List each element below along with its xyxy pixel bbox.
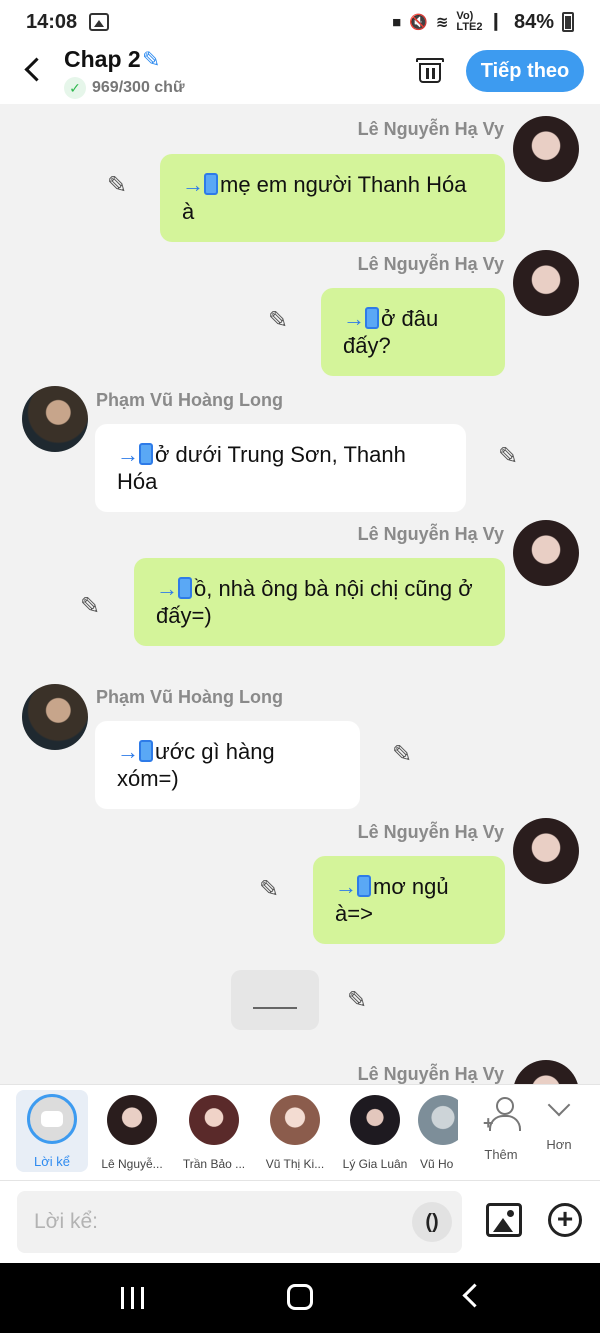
- character-name: Trần Bảo ...: [182, 1157, 246, 1171]
- message-bubble[interactable]: → mơ ngủ à=>: [313, 856, 505, 944]
- arrow-icon: →: [117, 739, 139, 764]
- chat-area[interactable]: Lê Nguyễn Hạ Vy →mẹ em người Thanh Hóa à…: [0, 104, 600, 1084]
- arrow-icon: →: [117, 442, 139, 467]
- character-option[interactable]: Vũ Thị Ki...: [255, 1091, 335, 1171]
- gallery-notification-icon: [89, 13, 110, 31]
- home-icon[interactable]: [287, 1284, 313, 1310]
- sender-name: Lê Nguyễn Hạ Vy: [357, 119, 504, 139]
- arrow-icon: →: [156, 576, 178, 601]
- avatar[interactable]: [513, 1060, 579, 1084]
- system-back-icon[interactable]: [462, 1285, 478, 1301]
- composer-field: (): [17, 1191, 462, 1253]
- image-icon[interactable]: [486, 1203, 522, 1237]
- phone-icon: [204, 173, 218, 195]
- edit-message-icon[interactable]: [392, 740, 414, 769]
- trash-icon[interactable]: [416, 56, 444, 84]
- battery-percent: 84%: [513, 10, 554, 33]
- composer: () +: [0, 1180, 600, 1263]
- message-text: mẹ em người Thanh Hóa à: [182, 172, 467, 224]
- message-bubble[interactable]: → mẹ em người Thanh Hóa à: [160, 154, 505, 242]
- character-option[interactable]: Lý Gia Luân: [335, 1091, 415, 1171]
- arrow-icon: →: [182, 172, 204, 197]
- message-bubble[interactable]: → ở đâu đấy?: [321, 288, 505, 376]
- edit-title-icon[interactable]: ✎: [142, 47, 160, 73]
- word-count: ✓ 969/300 chữ: [64, 77, 185, 99]
- message-bubble[interactable]: → ước gì hàng xóm=): [95, 721, 360, 809]
- character-name: Lý Gia Luân: [342, 1157, 408, 1171]
- phone-icon: [178, 577, 192, 599]
- empty-narration-block[interactable]: [231, 970, 319, 1030]
- signal-icon: ▎: [494, 14, 506, 31]
- system-nav-bar: [0, 1263, 600, 1333]
- edit-message-icon[interactable]: [107, 171, 129, 200]
- parentheses-button[interactable]: (): [412, 1202, 452, 1242]
- recent-apps-icon[interactable]: [121, 1287, 147, 1309]
- character-option[interactable]: Vũ Ho: [414, 1091, 458, 1171]
- character-selector: Lời kể Lê Nguyễ... Trần Bảo ... Vũ Thị K…: [0, 1084, 600, 1180]
- edit-message-icon[interactable]: [259, 875, 281, 904]
- character-name: Vũ Thị Ki...: [265, 1157, 325, 1171]
- back-icon[interactable]: [20, 56, 48, 84]
- message-text: ồ, nhà ông bà nội chị cũng ở đấy=): [156, 576, 473, 628]
- mute-icon: 🔇: [409, 14, 428, 31]
- status-time: 14:08: [26, 10, 78, 33]
- add-character-label: Thêm: [484, 1147, 518, 1162]
- next-button[interactable]: Tiếp theo: [466, 50, 584, 92]
- edit-message-icon[interactable]: [347, 986, 369, 1015]
- edit-message-icon[interactable]: [268, 306, 290, 335]
- add-icon[interactable]: +: [548, 1203, 582, 1237]
- wifi-icon: ≋: [435, 14, 449, 31]
- message-bubble[interactable]: → ở dưới Trung Sơn, Thanh Hóa: [95, 424, 466, 512]
- character-name: Lê Nguyễ...: [101, 1157, 163, 1171]
- status-bar: 14:08 ■ 🔇 ≋ Vo) LTE2 ▎ 84%: [0, 0, 600, 44]
- avatar[interactable]: [22, 684, 88, 750]
- more-label: Hơn: [546, 1137, 572, 1152]
- avatar: [107, 1095, 157, 1145]
- character-option[interactable]: Lê Nguyễ...: [92, 1091, 172, 1171]
- edit-message-icon[interactable]: [80, 592, 102, 621]
- add-person-icon: +: [483, 1097, 521, 1133]
- character-name: Vũ Ho: [420, 1157, 454, 1171]
- more-button[interactable]: Hơn: [529, 1093, 589, 1152]
- avatar: [350, 1095, 400, 1145]
- narrator-label: Lời kể: [34, 1154, 70, 1169]
- phone-icon: [139, 740, 153, 762]
- chevron-down-icon: [548, 1097, 570, 1119]
- sender-name: Lê Nguyễn Hạ Vy: [357, 254, 504, 274]
- arrow-icon: →: [343, 306, 365, 331]
- character-option[interactable]: Trần Bảo ...: [174, 1091, 254, 1171]
- narration-input[interactable]: [17, 1191, 397, 1253]
- battery-icon: [562, 12, 574, 32]
- avatar: [189, 1095, 239, 1145]
- avatar[interactable]: [513, 818, 579, 884]
- sender-name: Phạm Vũ Hoàng Long: [96, 687, 283, 707]
- avatar[interactable]: [22, 386, 88, 452]
- phone-icon: [365, 307, 379, 329]
- avatar[interactable]: [513, 116, 579, 182]
- add-character-button[interactable]: + Thêm: [471, 1093, 531, 1162]
- phone-icon: [357, 875, 371, 897]
- network-label: Vo) LTE2: [456, 10, 483, 33]
- battery-saver-icon: ■: [392, 13, 402, 31]
- check-icon: ✓: [64, 77, 86, 99]
- phone-icon: [139, 443, 153, 465]
- word-count-label: 969/300 chữ: [92, 79, 185, 96]
- narrator-option[interactable]: Lời kể: [16, 1090, 88, 1172]
- avatar: [270, 1095, 320, 1145]
- message-bubble[interactable]: → ồ, nhà ông bà nội chị cũng ở đấy=): [134, 558, 505, 646]
- arrow-icon: →: [335, 874, 357, 899]
- sender-name: Phạm Vũ Hoàng Long: [96, 390, 283, 410]
- edit-message-icon[interactable]: [498, 442, 520, 471]
- chapter-title[interactable]: Chap 2: [64, 46, 141, 73]
- chapter-header: Chap 2 ✎ ✓ 969/300 chữ Tiếp theo: [0, 44, 600, 104]
- avatar[interactable]: [513, 250, 579, 316]
- avatar[interactable]: [513, 520, 579, 586]
- narrator-icon: [27, 1094, 77, 1144]
- sender-name: Lê Nguyễn Hạ Vy: [357, 822, 504, 842]
- sender-name: Lê Nguyễn Hạ Vy: [357, 524, 504, 544]
- avatar: [418, 1095, 458, 1145]
- message-text: ở dưới Trung Sơn, Thanh Hóa: [117, 442, 406, 494]
- status-icons: ■ 🔇 ≋ Vo) LTE2 ▎ 84%: [392, 11, 574, 34]
- sender-name: Lê Nguyễn Hạ Vy: [357, 1064, 504, 1084]
